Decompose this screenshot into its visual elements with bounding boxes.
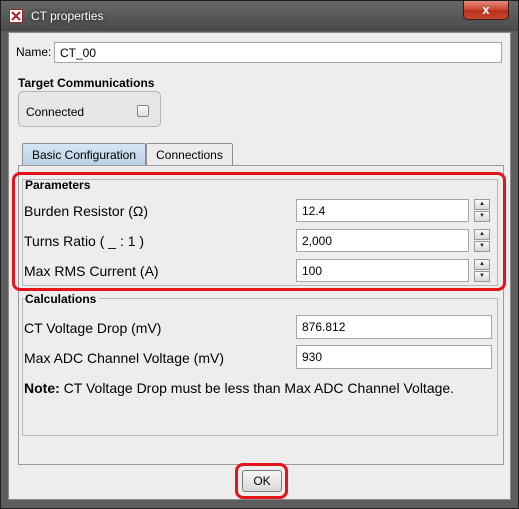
close-icon: x: [482, 2, 490, 17]
tab-connections[interactable]: Connections: [146, 143, 233, 165]
tab-connections-label: Connections: [156, 147, 223, 162]
name-input[interactable]: CT_00: [54, 42, 502, 63]
note-bold-label: Note:: [24, 380, 60, 396]
dialog-window: CT properties x Name: CT_00 Target Commu…: [0, 0, 519, 509]
calculations-note: Note: CT Voltage Drop must be less than …: [24, 380, 454, 396]
window-title: CT properties: [31, 9, 104, 23]
note-text: CT Voltage Drop must be less than Max AD…: [59, 380, 455, 396]
target-communications-heading: Target Communications: [18, 76, 155, 90]
app-icon: [9, 9, 23, 23]
max-adc-channel-voltage-value: 930: [296, 345, 492, 369]
name-label: Name:: [16, 45, 52, 59]
ct-voltage-drop-value: 876.812: [296, 315, 492, 339]
parameters-highlight: [12, 172, 506, 291]
max-adc-channel-voltage-label: Max ADC Channel Voltage (mV): [24, 350, 224, 366]
ct-voltage-drop-label: CT Voltage Drop (mV): [24, 320, 162, 336]
ok-button-highlight: [235, 463, 288, 499]
connected-checkbox[interactable]: [137, 105, 149, 117]
connected-label: Connected: [26, 105, 85, 119]
calculations-heading: Calculations: [25, 292, 100, 306]
title-bar[interactable]: CT properties x: [1, 1, 518, 31]
close-button[interactable]: x: [463, 1, 509, 20]
dialog-body: Name: CT_00 Target Communications Connec…: [8, 32, 511, 500]
tab-basic-configuration-label: Basic Configuration: [31, 147, 137, 162]
tab-basic-configuration[interactable]: Basic Configuration: [22, 143, 146, 165]
